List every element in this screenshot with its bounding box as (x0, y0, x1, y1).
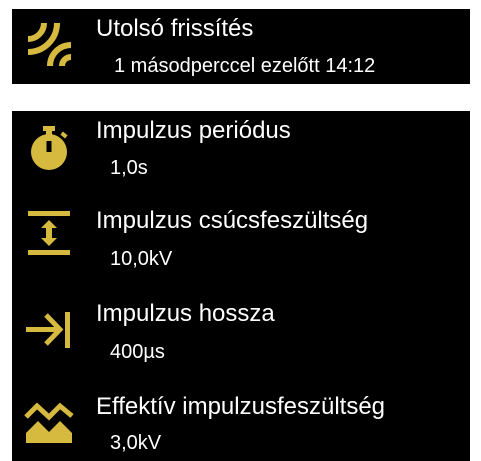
last-refresh-panel: Utolsó frissítés 1 másodperccel ezelőtt … (12, 9, 470, 84)
impulse-metrics-panel: Impulzus periódus 1,0s Impulzus csúcsfes… (12, 111, 470, 461)
peak-voltage-title: Impulzus csúcsfeszültség (96, 207, 369, 234)
impulse-period-title: Impulzus periódus (96, 117, 291, 144)
last-refresh-title: Utolsó frissítés (96, 15, 254, 42)
arrow-to-bar-icon (24, 305, 74, 355)
effective-voltage-value: 3,0kV (110, 432, 162, 454)
peak-voltage-icon (24, 208, 74, 258)
waveform-icon (24, 395, 74, 445)
wireless-signal-icon (24, 19, 74, 69)
impulse-length-title: Impulzus hossza (96, 300, 275, 327)
effective-voltage-title: Effektív impulzusfeszültség (96, 393, 386, 420)
impulse-period-value: 1,0s (110, 157, 148, 179)
last-refresh-value: 1 másodperccel ezelőtt 14:12 (114, 55, 376, 77)
stopwatch-icon (24, 123, 74, 173)
impulse-length-value: 400µs (110, 341, 165, 363)
peak-voltage-value: 10,0kV (110, 248, 173, 270)
